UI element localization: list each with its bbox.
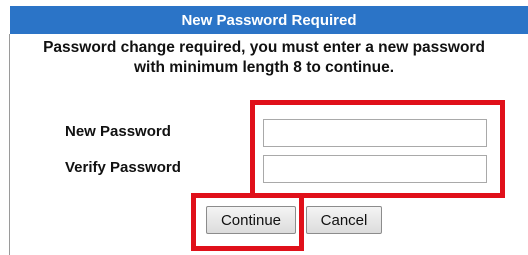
dialog-title: New Password Required [10, 6, 528, 34]
new-password-label: New Password [65, 123, 171, 140]
cancel-button[interactable]: Cancel [306, 206, 382, 234]
highlight-password-fields [250, 100, 505, 198]
message-line-1: Password change required, you must enter… [43, 39, 485, 56]
new-password-dialog: New Password Required Password change re… [0, 0, 528, 255]
continue-button[interactable]: Continue [206, 206, 296, 234]
verify-password-label: Verify Password [65, 159, 181, 176]
verify-password-input[interactable] [263, 155, 487, 183]
new-password-input[interactable] [263, 119, 487, 147]
dialog-message: Password change required, you must enter… [0, 38, 528, 78]
message-line-2: with minimum length 8 to continue. [133, 59, 395, 76]
